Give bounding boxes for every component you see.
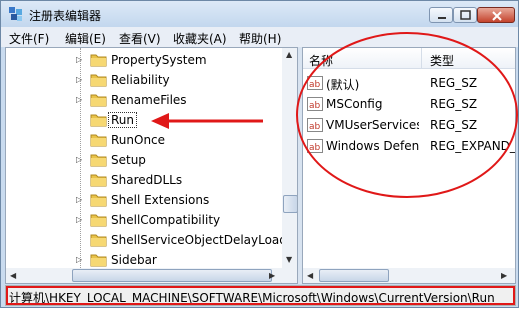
registry-value-list[interactable]: 名称 类型 ab (默认) REG_SZ ab MSConfig REG_SZ ab VMUs… <box>302 47 516 284</box>
tree-item-label: Sidebar <box>111 253 157 267</box>
tree-item[interactable]: SharedDLLs <box>6 170 282 190</box>
folder-icon <box>90 254 107 267</box>
tree-item[interactable]: RunOnce <box>6 130 282 150</box>
expand-icon[interactable]: ▷ <box>76 95 82 104</box>
tree-vertical-scroll-thumb[interactable] <box>283 195 297 213</box>
status-bar: 计算机\HKEY_LOCAL_MACHINE\SOFTWARE\Microsof… <box>5 285 516 306</box>
list-horizontal-scroll-thumb[interactable] <box>319 269 389 282</box>
folder-icon <box>90 154 107 167</box>
list-horizontal-scrollbar[interactable]: ◀ ▶ <box>303 268 515 283</box>
minimize-icon <box>438 17 446 19</box>
svg-text:ab: ab <box>309 101 321 111</box>
svg-text:ab: ab <box>309 80 321 90</box>
registry-key-tree[interactable]: ▷ PropertySystem ▷ Reliability ▷ RenameFiles R… <box>5 47 298 284</box>
tree-horizontal-scrollbar[interactable]: ◀ ▶ <box>6 268 297 283</box>
expand-icon[interactable]: ▷ <box>76 215 82 224</box>
svg-text:ab: ab <box>309 122 321 132</box>
folder-icon <box>90 214 107 227</box>
window-title: 注册表编辑器 <box>29 9 102 23</box>
list-header: 名称 类型 <box>303 48 515 69</box>
folder-icon <box>90 54 107 67</box>
menu-file[interactable]: 文件(F) <box>9 30 49 47</box>
tree-item-label: ShellServiceObjectDelayLoad <box>111 233 287 247</box>
maximize-button[interactable] <box>453 7 477 23</box>
folder-icon <box>90 134 107 147</box>
tree-item-label: Setup <box>111 153 146 167</box>
folder-icon <box>90 114 107 127</box>
tree-vertical-scrollbar[interactable]: ▲ ▼ <box>282 48 297 268</box>
tree-item-label: Run <box>107 112 138 128</box>
value-type: REG_SZ <box>430 76 478 90</box>
value-type: REG_EXPAND_SZ <box>430 139 516 153</box>
tree-item[interactable]: ▷ Reliability <box>6 70 282 90</box>
value-type: REG_SZ <box>430 118 478 132</box>
tree-item[interactable]: ▷ RenameFiles <box>6 90 282 110</box>
menu-favorites[interactable]: 收藏夹(A) <box>173 30 227 47</box>
tree-item[interactable]: ▷ ShellCompatibility <box>6 210 282 230</box>
tree-item[interactable]: ▷ Setup <box>6 150 282 170</box>
scroll-up-icon[interactable]: ▲ <box>286 50 292 59</box>
svg-text:ab: ab <box>309 143 321 153</box>
value-row[interactable]: ab MSConfig REG_SZ <box>303 94 515 115</box>
regedit-app-icon <box>9 7 22 21</box>
value-name: VMUserServices <box>326 118 419 132</box>
tree-horizontal-scroll-thumb[interactable] <box>72 269 272 282</box>
tree-item[interactable]: Run <box>6 110 282 130</box>
expand-icon[interactable]: ▷ <box>76 195 82 204</box>
tree-item[interactable]: ▷ PropertySystem <box>6 50 282 70</box>
minimize-button[interactable] <box>429 7 453 23</box>
value-type: REG_SZ <box>430 97 478 111</box>
tree-item-label: ShellCompatibility <box>111 213 221 227</box>
column-header-type[interactable]: 类型 <box>430 52 454 69</box>
scroll-down-icon[interactable]: ▼ <box>286 255 292 264</box>
expand-icon[interactable]: ▷ <box>76 255 82 264</box>
tree-item[interactable]: ShellServiceObjectDelayLoad <box>6 230 287 250</box>
value-row[interactable]: ab VMUserServices REG_SZ <box>303 115 515 136</box>
scroll-right-icon[interactable]: ▶ <box>269 271 275 280</box>
tree-item-label: Shell Extensions <box>111 193 210 207</box>
tree-item-label: RunOnce <box>111 133 166 147</box>
folder-icon <box>90 234 107 247</box>
tree-item[interactable]: ▷ Shell Extensions <box>6 190 282 210</box>
menu-bar: 文件(F) 编辑(E) 查看(V) 收藏夹(A) 帮助(H) <box>1 27 518 47</box>
expand-icon[interactable]: ▷ <box>76 75 82 84</box>
registry-editor-window: 注册表编辑器 文件(F) 编辑(E) 查看(V) 收藏夹(A) 帮助(H) ▷ P… <box>0 0 519 308</box>
close-button[interactable] <box>477 7 515 23</box>
scroll-right-icon[interactable]: ▶ <box>501 271 507 280</box>
value-name: (默认) <box>326 78 360 92</box>
value-row[interactable]: ab (默认) REG_SZ <box>303 73 515 94</box>
tree-item-label: PropertySystem <box>111 53 207 67</box>
menu-help[interactable]: 帮助(H) <box>239 30 281 47</box>
menu-edit[interactable]: 编辑(E) <box>65 30 106 47</box>
folder-icon <box>90 174 107 187</box>
string-value-icon: ab <box>307 97 323 111</box>
menu-view[interactable]: 查看(V) <box>119 30 161 47</box>
value-name: MSConfig <box>326 97 383 111</box>
status-highlight-box <box>6 286 515 305</box>
scroll-left-icon[interactable]: ◀ <box>10 271 16 280</box>
value-name: Windows Defender <box>326 139 419 153</box>
string-value-icon: ab <box>307 118 323 132</box>
tree-item[interactable]: ▷ Sidebar <box>6 250 282 270</box>
folder-icon <box>90 94 107 107</box>
column-header-name[interactable]: 名称 <box>309 52 333 69</box>
string-value-icon: ab <box>307 139 323 153</box>
tree-item-label: RenameFiles <box>111 93 187 107</box>
expand-icon[interactable]: ▷ <box>76 155 82 164</box>
tree-item-label: Reliability <box>111 73 170 87</box>
string-value-icon: ab <box>307 76 323 90</box>
folder-icon <box>90 74 107 87</box>
close-icon <box>492 11 502 21</box>
scroll-left-icon[interactable]: ◀ <box>307 271 313 280</box>
column-separator[interactable] <box>421 48 422 68</box>
maximize-icon <box>460 10 471 20</box>
title-bar[interactable]: 注册表编辑器 <box>1 1 518 27</box>
folder-icon <box>90 194 107 207</box>
tree-item-label: SharedDLLs <box>111 173 183 187</box>
expand-icon[interactable]: ▷ <box>76 55 82 64</box>
value-row[interactable]: ab Windows Defender REG_EXPAND_SZ <box>303 136 515 157</box>
